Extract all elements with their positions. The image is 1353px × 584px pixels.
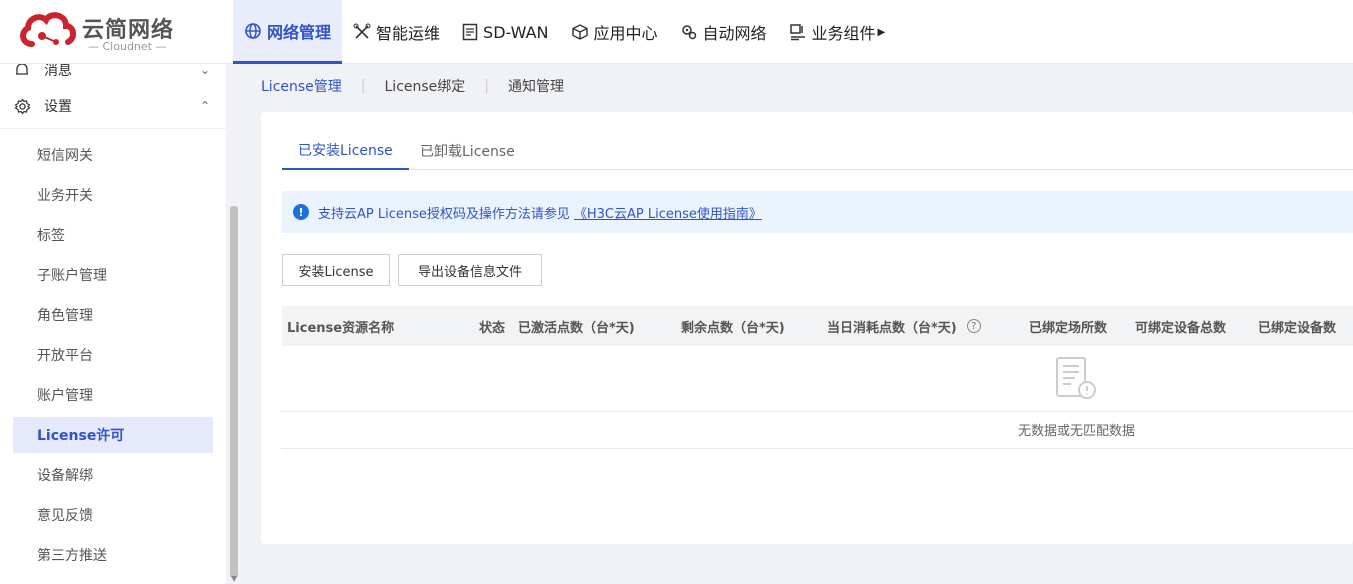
scroll-down-arrow-icon[interactable]: ▼ — [231, 574, 237, 583]
sidebar-submenu: 短信网关 业务开关 标签 子账户管理 角色管理 开放平台 账户管理 Licens… — [0, 128, 226, 584]
tab-installed-license[interactable]: 已安装License — [282, 132, 409, 170]
cube-icon — [571, 24, 588, 40]
column-header[interactable]: 剩余点数（台*天) — [681, 306, 785, 346]
column-header[interactable]: License资源名称 — [287, 306, 394, 346]
sidebar-group-label: 设置 — [44, 99, 72, 115]
nav-auto-network[interactable]: 自动网络 — [669, 0, 778, 64]
caret-right-icon: ▶ — [877, 26, 886, 38]
notice-text: 支持云AP License授权码及操作方法请参见 — [318, 206, 570, 222]
info-notice: ! 支持云AP License授权码及操作方法请参见 《H3C云AP Licen… — [282, 191, 1353, 233]
brand-sub: — Cloudnet — — [88, 40, 167, 53]
subnav-license-management[interactable]: License管理 — [261, 76, 342, 96]
sidebar-item-open-platform[interactable]: 开放平台 — [13, 337, 213, 373]
guide-link[interactable]: 《H3C云AP License使用指南》 — [574, 203, 762, 222]
sidebar-item-third-party-push[interactable]: 第三方推送 — [13, 537, 213, 573]
column-header[interactable]: 状态 — [479, 306, 505, 346]
empty-document-icon — [1056, 357, 1096, 399]
divider — [281, 411, 1353, 412]
sidebar-menu: 消息 ⌄ 设置 ⌃ 短信网关 业务开关 标签 子账户管理 角色管理 开放平台 账… — [0, 64, 226, 584]
nav-network-management[interactable]: 网络管理 — [233, 0, 343, 64]
help-icon[interactable]: ? — [966, 319, 981, 333]
column-header[interactable]: 已绑定设备数 — [1258, 306, 1336, 346]
install-license-button[interactable]: 安装License — [282, 254, 390, 286]
chevron-up-icon: ⌃ — [199, 99, 210, 113]
nav-label: 业务组件 — [811, 24, 876, 43]
components-icon — [789, 24, 805, 41]
subnav-notification-management[interactable]: 通知管理 — [508, 76, 564, 96]
nav-label: 网络管理 — [267, 22, 332, 42]
sub-nav: License管理 | License绑定 | 通知管理 — [261, 76, 564, 96]
brand-logo[interactable]: 云简网络 — Cloudnet — — [18, 8, 178, 56]
column-header[interactable]: 当日消耗点数（台*天) ? — [827, 306, 981, 346]
nav-label: 应用中心 — [593, 24, 658, 43]
license-tabs: 已安装License 已卸载License — [282, 132, 1353, 170]
nav-label: 自动网络 — [702, 24, 767, 43]
sidebar-item-feedback[interactable]: 意见反馈 — [13, 497, 213, 533]
sidebar: 消息 ⌄ 设置 ⌃ 短信网关 业务开关 标签 子账户管理 角色管理 开放平台 账… — [0, 64, 240, 584]
divider — [281, 448, 1353, 449]
sidebar-group-settings[interactable]: 设置 ⌃ — [0, 86, 226, 126]
sidebar-item-account[interactable]: 账户管理 — [13, 377, 213, 413]
license-card: 已安装License 已卸载License ! 支持云AP License授权码… — [261, 112, 1353, 544]
column-header[interactable]: 已激活点数（台*天) — [518, 306, 635, 346]
table-header: License资源名称 状态 已激活点数（台*天) 剩余点数（台*天) 当日消耗… — [282, 306, 1353, 346]
nav-components[interactable]: 业务组件 ▶ — [778, 0, 897, 64]
tab-uninstalled-license[interactable]: 已卸载License — [420, 132, 515, 170]
sidebar-scrollbar[interactable] — [230, 206, 238, 578]
subnav-license-binding[interactable]: License绑定 — [385, 76, 466, 96]
main-nav: 网络管理 智能运维 SD-WAN 应用中心 自动网络 业务组件 ▶ — [233, 0, 896, 64]
sidebar-item-roles[interactable]: 角色管理 — [13, 297, 213, 333]
sidebar-item-business-switch[interactable]: 业务开关 — [13, 177, 213, 213]
export-device-info-button[interactable]: 导出设备信息文件 — [398, 254, 542, 286]
gears-icon — [681, 25, 696, 40]
nav-smart-ops[interactable]: 智能运维 — [342, 0, 451, 64]
gear-icon — [14, 98, 31, 114]
bell-icon — [16, 64, 28, 75]
separator: | — [484, 78, 489, 94]
column-header[interactable]: 可绑定设备总数 — [1135, 306, 1226, 346]
nav-label: 智能运维 — [376, 24, 441, 43]
sidebar-item-sms-gateway[interactable]: 短信网关 — [13, 137, 213, 173]
sdwan-icon — [462, 23, 478, 41]
nav-sdwan[interactable]: SD-WAN — [451, 0, 559, 64]
sidebar-item-sub-accounts[interactable]: 子账户管理 — [13, 257, 213, 293]
separator: | — [360, 78, 366, 94]
info-icon: ! — [293, 204, 309, 220]
tools-icon — [353, 23, 371, 39]
nav-app-center[interactable]: 应用中心 — [560, 0, 669, 64]
sidebar-group-label: 消息 — [44, 64, 72, 79]
top-bar: 云简网络 — Cloudnet — 网络管理 智能运维 SD-WAN 应用中心 … — [0, 0, 1353, 64]
nav-label: SD-WAN — [483, 22, 549, 42]
sidebar-item-license[interactable]: License许可 — [13, 417, 213, 453]
sidebar-item-tags[interactable]: 标签 — [13, 217, 213, 253]
chevron-down-icon: ⌄ — [199, 64, 210, 77]
column-header[interactable]: 已绑定场所数 — [1029, 306, 1107, 346]
empty-state-text: 无数据或无匹配数据 — [1018, 424, 1136, 439]
globe-icon — [245, 22, 261, 39]
cloud-logo-icon — [20, 12, 76, 47]
sidebar-item-device-unbind[interactable]: 设备解绑 — [13, 457, 213, 493]
